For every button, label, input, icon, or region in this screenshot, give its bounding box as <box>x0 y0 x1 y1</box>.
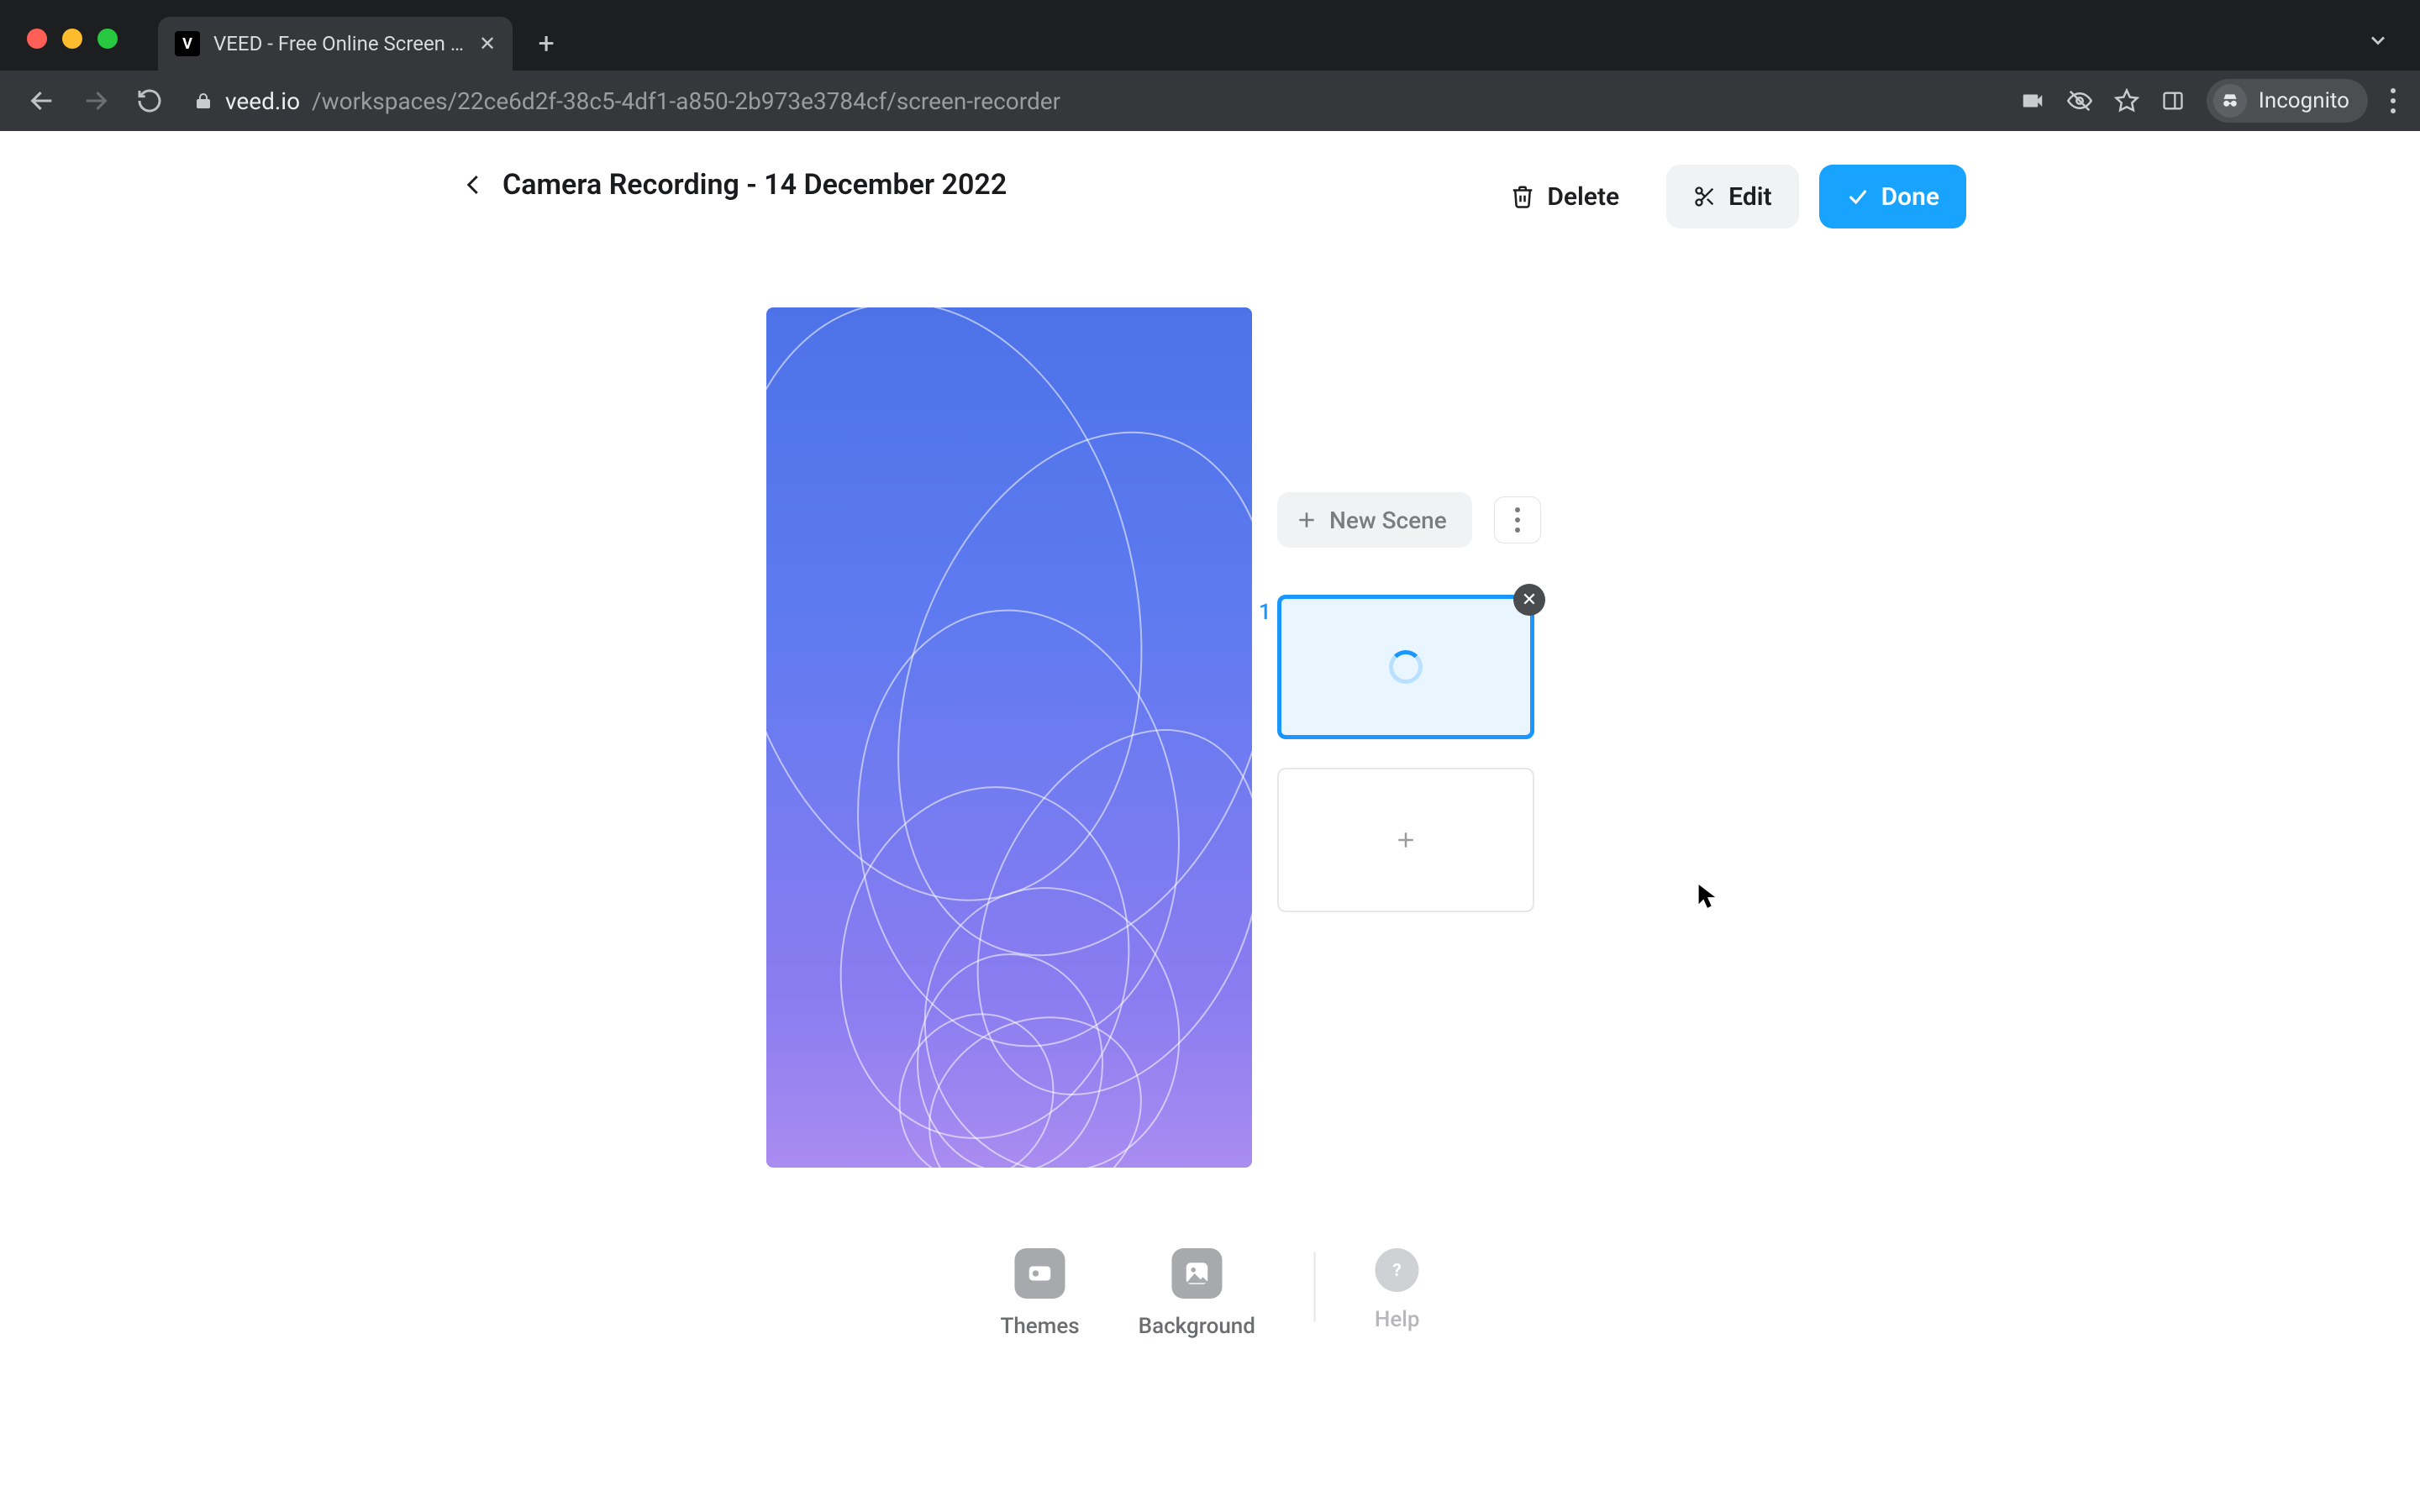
check-icon <box>1846 185 1870 208</box>
scissors-icon <box>1693 185 1717 208</box>
divider <box>1314 1252 1316 1322</box>
app-content: Camera Recording - 14 December 2022 Dele… <box>0 131 2420 1512</box>
scene-thumbnail[interactable]: ✕ <box>1277 595 1534 739</box>
browser-chrome: V VEED - Free Online Screen & V ✕ + veed… <box>0 0 2420 131</box>
tabs-overflow-icon[interactable] <box>2366 29 2390 52</box>
header-actions: Delete Edit Done <box>1483 165 1966 228</box>
delete-label: Delete <box>1547 182 1619 212</box>
scene-index: 1 <box>1259 600 1271 625</box>
nav-forward-button[interactable] <box>77 82 114 119</box>
tab-title: VEED - Free Online Screen & V <box>213 32 466 55</box>
window-controls <box>27 29 118 49</box>
camera-icon[interactable] <box>2020 88 2045 113</box>
nav-back-button[interactable] <box>24 82 60 119</box>
background-button[interactable]: Background <box>1139 1248 1255 1339</box>
window-minimize-icon[interactable] <box>62 29 82 49</box>
themes-icon <box>1015 1248 1065 1299</box>
kebab-menu-icon[interactable] <box>2390 88 2396 113</box>
incognito-chip[interactable]: Incognito <box>2207 79 2368 123</box>
tab-strip: V VEED - Free Online Screen & V ✕ + <box>0 0 2420 71</box>
scene-card[interactable]: 1 ✕ <box>1277 595 1613 739</box>
url-path: /workspaces/22ce6d2f-38c5-4df1-a850-2b97… <box>312 87 1060 115</box>
plus-icon <box>1296 509 1318 531</box>
back-button[interactable] <box>454 165 494 205</box>
incognito-icon <box>2213 84 2247 118</box>
delete-button[interactable]: Delete <box>1483 165 1646 228</box>
trash-icon <box>1510 184 1535 209</box>
nav-reload-button[interactable] <box>131 82 168 119</box>
page-header: Camera Recording - 14 December 2022 Dele… <box>0 165 2420 205</box>
window-zoom-icon[interactable] <box>97 29 118 49</box>
url-host: veed.io <box>225 87 300 115</box>
tab-close-icon[interactable]: ✕ <box>479 32 496 55</box>
new-scene-button[interactable]: New Scene <box>1277 492 1472 548</box>
preview-artwork <box>766 307 1252 1168</box>
new-scene-label: New Scene <box>1329 507 1447 534</box>
browser-toolbar: veed.io/workspaces/22ce6d2f-38c5-4df1-a8… <box>0 71 2420 131</box>
help-icon: ? <box>1376 1248 1419 1292</box>
address-bar[interactable]: veed.io/workspaces/22ce6d2f-38c5-4df1-a8… <box>185 87 2003 115</box>
svg-text:?: ? <box>1392 1261 1401 1281</box>
sidepanel-icon[interactable] <box>2161 89 2185 113</box>
preview-canvas <box>766 307 1252 1168</box>
loading-spinner-icon <box>1389 650 1423 684</box>
eye-off-icon[interactable] <box>2067 88 2092 113</box>
scene-remove-button[interactable]: ✕ <box>1513 584 1545 616</box>
star-icon[interactable] <box>2114 88 2139 113</box>
lock-icon <box>193 91 213 111</box>
browser-tab[interactable]: V VEED - Free Online Screen & V ✕ <box>158 17 513 71</box>
window-close-icon[interactable] <box>27 29 47 49</box>
mouse-cursor-icon <box>1697 884 1718 909</box>
themes-button[interactable]: Themes <box>1000 1248 1079 1339</box>
themes-label: Themes <box>1000 1314 1079 1339</box>
help-label: Help <box>1375 1307 1420 1332</box>
edit-label: Edit <box>1728 182 1771 212</box>
toolbar-right: Incognito <box>2020 79 2396 123</box>
help-button[interactable]: ? Help <box>1375 1248 1420 1332</box>
scenes-more-button[interactable] <box>1494 496 1541 543</box>
new-tab-button[interactable]: + <box>523 20 570 67</box>
bottom-bar: Themes Background ? Help <box>1000 1248 1419 1339</box>
incognito-label: Incognito <box>2259 88 2349 113</box>
add-scene-slot[interactable] <box>1277 768 1534 912</box>
edit-button[interactable]: Edit <box>1666 165 1798 228</box>
background-icon <box>1171 1248 1222 1299</box>
done-label: Done <box>1881 182 1939 212</box>
project-title: Camera Recording - 14 December 2022 <box>502 168 1007 202</box>
background-label: Background <box>1139 1314 1255 1339</box>
tab-favicon: V <box>175 31 200 56</box>
scenes-panel: New Scene 1 ✕ <box>1277 492 1613 912</box>
done-button[interactable]: Done <box>1819 165 1966 228</box>
